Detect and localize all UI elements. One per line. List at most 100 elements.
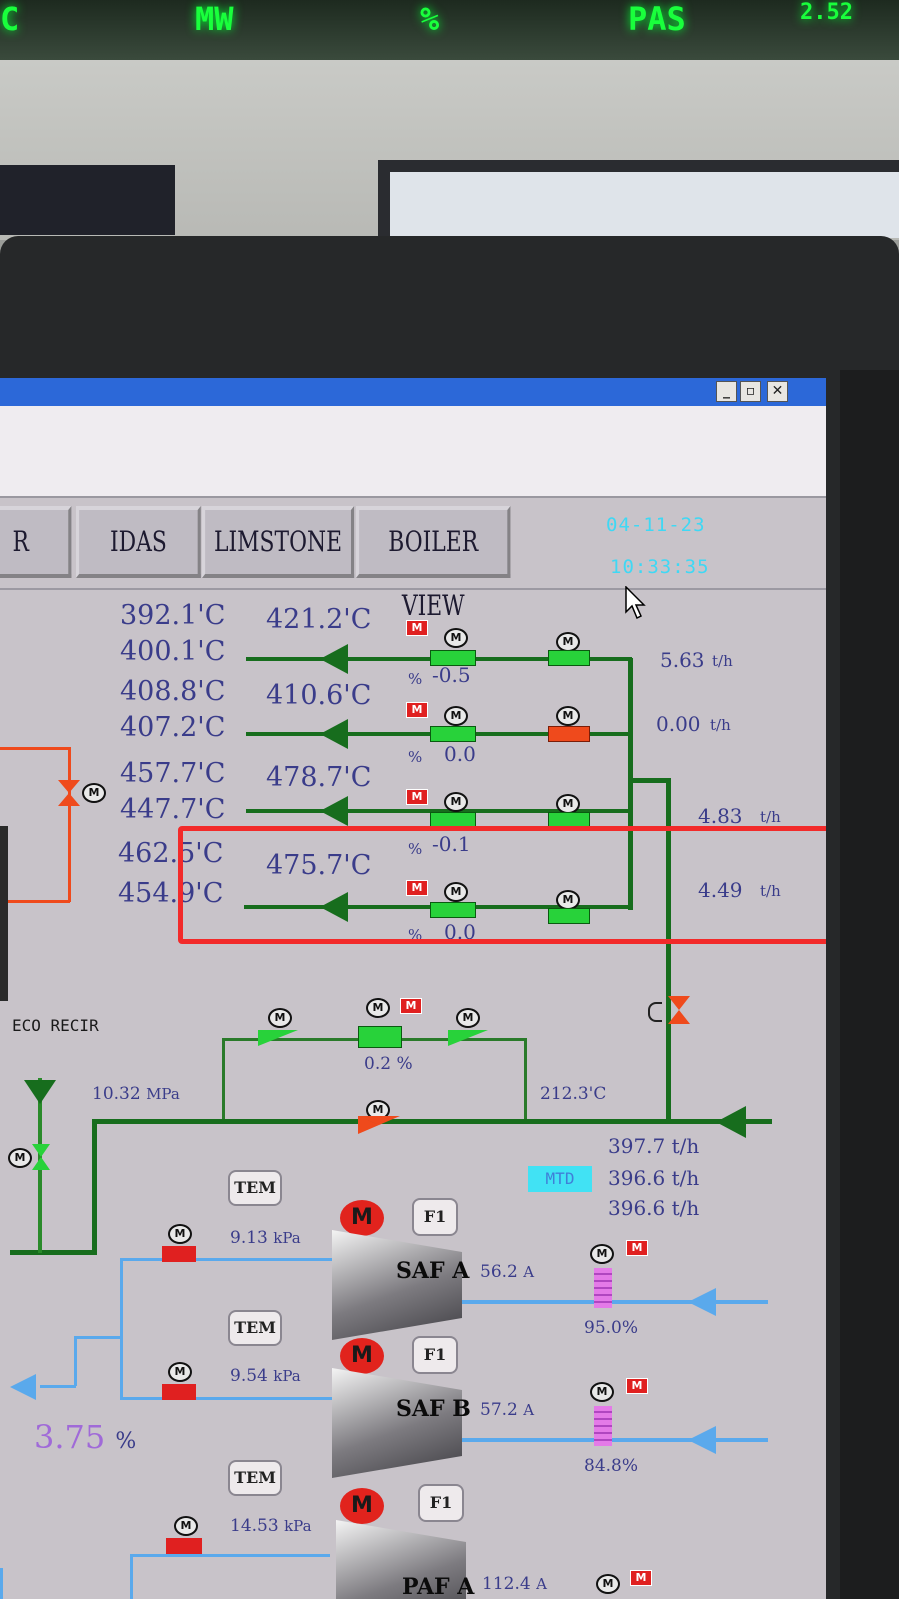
air-duct bbox=[74, 1336, 122, 1339]
tab-boiler-view[interactable]: BOILER VIEW bbox=[356, 506, 511, 622]
background-monitor bbox=[0, 165, 175, 235]
f1-button[interactable]: F1 bbox=[412, 1336, 458, 1374]
led-segment: C bbox=[0, 0, 20, 38]
motor-icon: M bbox=[168, 1224, 192, 1244]
o2-value: 3.75 bbox=[34, 1418, 106, 1456]
spray-valve-2[interactable] bbox=[430, 726, 476, 742]
flow-arrow-icon bbox=[320, 644, 348, 674]
close-button[interactable]: ✕ bbox=[767, 381, 788, 402]
flow-arrow-icon bbox=[716, 1106, 746, 1138]
paf-a-damper[interactable] bbox=[166, 1538, 202, 1554]
saf-a-current-value: 56.2 bbox=[480, 1262, 518, 1282]
sh-row2-temp-bottom: 407.2'C bbox=[120, 712, 226, 743]
highlight-box bbox=[178, 826, 826, 944]
window-titlebar: _ ▫ ✕ bbox=[0, 378, 826, 406]
saf-b-inlet-vane[interactable] bbox=[594, 1406, 612, 1446]
valve-pct-label: % bbox=[408, 670, 423, 688]
isolation-valve-2[interactable] bbox=[548, 726, 590, 742]
feedwater-pressure: 10.32 MPa bbox=[92, 1084, 180, 1104]
restore-button[interactable]: ▫ bbox=[740, 381, 761, 402]
feedwater-flow-2: 396.6 t/h bbox=[608, 1166, 700, 1190]
bypass-pipe bbox=[222, 1038, 225, 1122]
paf-a-pressure: 14.53 kPa bbox=[230, 1516, 312, 1536]
sh-row1-flow: 5.63 bbox=[660, 648, 705, 672]
tem-button[interactable]: TEM bbox=[228, 1170, 282, 1206]
motor-icon: M bbox=[8, 1148, 32, 1168]
saf-a-pressure: 9.13 kPa bbox=[230, 1228, 301, 1248]
bypass-control-valve[interactable] bbox=[358, 1026, 402, 1048]
tab-idas[interactable]: IDAS bbox=[76, 506, 201, 578]
saf-b-damper[interactable] bbox=[162, 1384, 196, 1400]
saf-a-damper[interactable] bbox=[162, 1246, 196, 1262]
motor-icon: M bbox=[590, 1244, 614, 1264]
dcs-screen: _ ▫ ✕ R IDAS LIMSTONE BOILER VIEW 04-11-… bbox=[0, 378, 826, 1599]
sh-row3-flow-unit: t/h bbox=[760, 808, 781, 826]
background-monitor bbox=[378, 160, 899, 238]
saf-a-pressure-value: 9.13 bbox=[230, 1228, 268, 1248]
saf-b-pressure-value: 9.54 bbox=[230, 1366, 268, 1386]
paf-a-pressure-unit: kPa bbox=[284, 1517, 312, 1535]
saf-b-current-unit: A bbox=[523, 1401, 535, 1419]
air-duct bbox=[130, 1554, 330, 1557]
saf-a-current-unit: A bbox=[523, 1263, 535, 1281]
motor-icon: M bbox=[444, 792, 468, 812]
sh-row3-temp-bottom: 447.7'C bbox=[120, 794, 226, 825]
mouse-cursor-icon bbox=[625, 586, 646, 620]
motor-icon: M bbox=[596, 1574, 620, 1594]
paf-a-name: PAF A bbox=[402, 1574, 475, 1599]
saf-a-inlet-vane[interactable] bbox=[594, 1268, 612, 1308]
saf-b-fan[interactable] bbox=[332, 1368, 462, 1478]
tem-button[interactable]: TEM bbox=[228, 1460, 282, 1496]
saf-a-name: SAF A bbox=[396, 1258, 470, 1284]
paf-a-current-unit: A bbox=[536, 1575, 547, 1593]
header-divider bbox=[0, 588, 826, 590]
sh-row2-flow: 0.00 bbox=[656, 712, 701, 736]
o2-unit: % bbox=[115, 1429, 137, 1454]
saf-b-name: SAF B bbox=[396, 1396, 471, 1422]
sh-row1-flow-unit: t/h bbox=[712, 652, 733, 670]
sh-row2-flow-unit: t/h bbox=[710, 716, 731, 734]
air-duct bbox=[74, 1336, 77, 1386]
remote-mark-icon: M bbox=[406, 702, 428, 718]
tab-r[interactable]: R bbox=[0, 506, 72, 578]
led-display-strip: C MW % PAS 2.52 bbox=[0, 0, 899, 60]
bypass-pipe bbox=[524, 1038, 527, 1122]
hot-line bbox=[0, 900, 70, 903]
motor-icon: M bbox=[444, 628, 468, 648]
sh-row2-temp-top: 408.8'C bbox=[120, 676, 226, 707]
saf-b-pressure: 9.54 kPa bbox=[230, 1366, 301, 1386]
air-inlet-duct bbox=[462, 1438, 768, 1442]
isolation-valve-1[interactable] bbox=[548, 650, 590, 666]
clock-time: 10:33:35 bbox=[610, 556, 710, 578]
feedwater-flow-3: 396.6 t/h bbox=[608, 1196, 700, 1220]
tem-button[interactable]: TEM bbox=[228, 1310, 282, 1346]
led-segment: % bbox=[420, 0, 440, 38]
led-segment: MW bbox=[195, 0, 234, 38]
spray-control-valve[interactable] bbox=[648, 996, 690, 1026]
air-duct bbox=[0, 1568, 3, 1599]
led-segment: 2.52 bbox=[800, 0, 853, 25]
remote-mark-icon: M bbox=[400, 998, 422, 1014]
saf-b-motor[interactable]: M bbox=[340, 1338, 384, 1374]
mtd-button[interactable]: MTD bbox=[528, 1166, 592, 1192]
sh-row1-temp-top: 392.1'C bbox=[120, 600, 226, 631]
saf-a-motor[interactable]: M bbox=[340, 1200, 384, 1236]
remote-mark-icon: M bbox=[626, 1378, 648, 1394]
f1-button[interactable]: F1 bbox=[412, 1198, 458, 1236]
air-duct bbox=[130, 1554, 133, 1599]
motor-icon: M bbox=[366, 998, 390, 1018]
drum-edge bbox=[0, 826, 8, 1001]
motor-icon: M bbox=[168, 1362, 192, 1382]
flow-arrow-icon bbox=[24, 1080, 56, 1104]
paf-a-motor[interactable]: M bbox=[340, 1488, 384, 1524]
hot-line bbox=[0, 747, 70, 750]
remote-mark-icon: M bbox=[626, 1240, 648, 1256]
saf-b-damper-pct: 84.8% bbox=[584, 1456, 639, 1476]
saf-a-fan[interactable] bbox=[332, 1230, 462, 1340]
tab-limstone[interactable]: LIMSTONE bbox=[202, 506, 355, 578]
feedwater-main-valve[interactable] bbox=[358, 1116, 400, 1134]
remote-mark-icon: M bbox=[406, 789, 428, 805]
hot-line bbox=[68, 747, 71, 902]
f1-button[interactable]: F1 bbox=[418, 1484, 464, 1522]
minimize-button[interactable]: _ bbox=[716, 381, 737, 402]
